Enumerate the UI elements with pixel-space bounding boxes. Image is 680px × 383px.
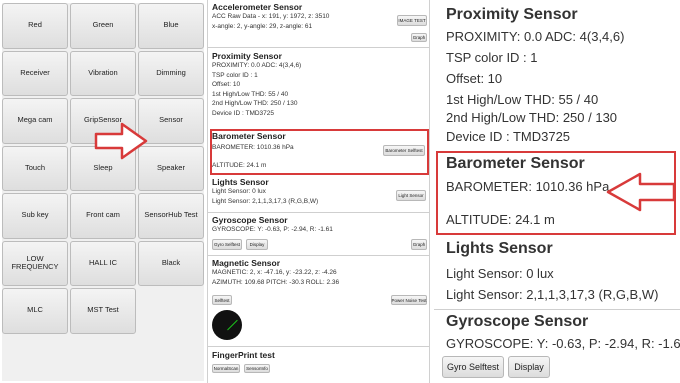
black-button[interactable]: Black [138,240,204,286]
proximity-title: Proximity Sensor [212,51,282,61]
green-button[interactable]: Green [70,3,136,49]
zoom-gyro-selftest-button[interactable]: Gyro Selftest [442,356,504,378]
touch-button[interactable]: Touch [2,145,68,191]
receiver-button[interactable]: Receiver [2,50,68,96]
divider [434,309,680,310]
zoom-gyroscope-title: Gyroscope Sensor [446,313,589,330]
fingerprint-title: FingerPrint test [212,350,275,360]
normal-scan-button[interactable]: NormalScan [212,364,240,373]
azimuth-values: AZIMUTH: 109.68 PITCH: -30.3 ROLL: 2.36 [212,278,340,286]
lights-section: Lights Sensor Light Sensor: 0 lux Light … [212,177,427,206]
gyroscope-title: Gyroscope Sensor [212,215,288,225]
zoom-gyroscope-values: GYROSCOPE: Y: -0.63, P: -2.94, R: -1.6 [446,336,680,351]
zoom-barometer-value: BAROMETER: 1010.36 hPa [446,179,610,194]
zoom-offset: Offset: 10 [446,71,503,86]
dimming-button[interactable]: Dimming [138,50,204,96]
zoom-light-lux: Light Sensor: 0 lux [446,266,554,281]
mega-cam-button[interactable]: Mega cam [2,98,68,144]
zoom-first-thd: 1st High/Low THD: 55 / 40 [446,92,599,107]
red-button[interactable]: Red [2,3,68,49]
second-thd: 2nd High/Low THD: 250 / 130 [212,100,298,107]
divider [208,255,429,256]
image-test-button[interactable]: IMAGE TEST [397,15,427,26]
fingerprint-section: FingerPrint test [212,350,427,360]
gyro-selftest-button[interactable]: Gyro Selftest [212,239,242,250]
gyro-display-button[interactable]: Display [246,239,268,250]
zoom-light-rgbw: Light Sensor: 2,1,1,3,17,3 (R,G,B,W) [446,287,659,302]
light-rgbw: Light Sensor: 2,1,1,3,17,3 (R,G,B,W) [212,197,319,205]
acc-raw-data: ACC Raw Data - x: 191, y: 1972, z: 3510 [212,13,330,20]
device-id: Device ID : TMD3725 [212,109,275,117]
low-frequency-button[interactable]: LOW FREQUENCY [2,240,68,286]
front-cam-button[interactable]: Front cam [70,193,136,239]
gyroscope-values: GYROSCOPE: Y: -0.63, P: -2.94, R: -1.61 [212,226,333,233]
zoom-lights-title: Lights Sensor [446,240,553,257]
proximity-section: Proximity Sensor PROXIMITY: 0.0 ADC: 4(3… [212,51,427,118]
magnetic-selftest-button[interactable]: Selftest [212,295,232,305]
accelerometer-section: Accelerometer Sensor ACC Raw Data - x: 1… [212,2,427,31]
compass-icon [212,310,242,340]
proximity-offset: Offset: 10 [212,81,241,88]
mlc-button[interactable]: MLC [2,288,68,334]
acc-angles: x-angle: 2, y-angle: 29, z-angle: 61 [212,22,313,30]
zoom-barometer-title: Barometer Sensor [446,155,585,172]
sensor-info-button[interactable]: SensorInfo [244,364,270,373]
light-sensor-button[interactable]: Light Sensor [396,190,426,201]
first-thd: 1st High/Low THD: 55 / 40 [212,90,289,98]
zoom-second-thd: 2nd High/Low THD: 250 / 130 [446,110,618,125]
gyro-graph-button[interactable]: Graph [411,239,427,250]
magnetic-title: Magnetic Sensor [212,258,281,268]
vibration-button[interactable]: Vibration [70,50,136,96]
accelerometer-title: Accelerometer Sensor [212,2,303,12]
light-lux: Light Sensor: 0 lux [212,188,266,195]
sub-key-button[interactable]: Sub key [2,193,68,239]
altitude-value: ALTITUDE: 24.1 m [212,161,267,169]
proximity-adc: PROXIMITY: 0.0 ADC: 4(3,4,6) [212,62,302,69]
barometer-title: Barometer Sensor [212,131,286,141]
barometer-pointer-arrow-icon [606,172,676,212]
zoom-tsp-color-id: TSP color ID : 1 [446,50,538,65]
zoom-gyro-display-button[interactable]: Display [508,356,550,378]
gyroscope-section: Gyroscope Sensor GYROSCOPE: Y: -0.63, P:… [212,215,427,235]
divider [208,47,429,48]
magnetic-section: Magnetic Sensor MAGNETIC: 2, x: -47.16, … [212,258,427,287]
blue-button[interactable]: Blue [138,3,204,49]
tsp-color-id: TSP color ID : 1 [212,71,258,79]
sensor-pointer-arrow-icon [94,122,148,160]
zoom-device-id: Device ID : TMD3725 [446,129,571,144]
mst-test-button[interactable]: MST Test [70,288,136,334]
sensorhub-test-button[interactable]: SensorHub Test [138,193,204,239]
hall-ic-button[interactable]: HALL IC [70,240,136,286]
divider [208,212,429,213]
accel-graph-button[interactable]: Graph [411,33,427,42]
divider [208,346,429,347]
magnetic-values: MAGNETIC: 2, x: -47.16, y: -23.22, z: -4… [212,269,337,276]
test-menu-grid: Red Green Blue Receiver Vibration Dimmin… [2,3,204,381]
screenshot-frame: Red Green Blue Receiver Vibration Dimmin… [0,0,680,383]
sensor-list-panel[interactable]: Accelerometer Sensor ACC Raw Data - x: 1… [207,0,430,383]
lights-title: Lights Sensor [212,177,269,187]
zoom-proximity-adc: PROXIMITY: 0.0 ADC: 4(3,4,6) [446,29,625,44]
power-noise-test-button[interactable]: Power Noise Test [391,295,427,305]
empty-grid-cell [138,288,204,334]
barometer-selftest-button[interactable]: Barometer Selftest [383,145,425,156]
zoom-proximity-title: Proximity Sensor [446,6,578,23]
zoom-altitude-value: ALTITUDE: 24.1 m [446,212,555,227]
